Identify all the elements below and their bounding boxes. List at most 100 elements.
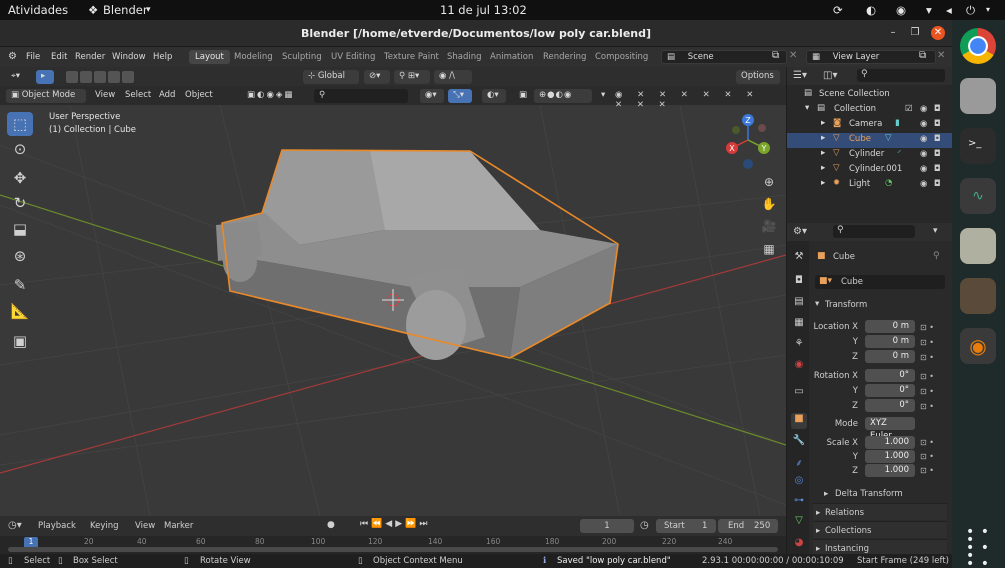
clock[interactable]: 11 de jul 13:02	[440, 3, 527, 17]
menu-view[interactable]: View	[135, 521, 155, 531]
software-updater-icon[interactable]	[960, 228, 996, 264]
location-y-field[interactable]: 0 m	[865, 335, 915, 348]
object-datablock-field[interactable]: ■▾ Cube	[815, 275, 945, 289]
system-monitor-icon[interactable]: ∿	[960, 178, 996, 214]
select-subtract-icon[interactable]	[94, 71, 106, 83]
camera-icon[interactable]: ◘	[934, 164, 941, 174]
chevron-down-icon[interactable]: ▾	[596, 89, 606, 103]
outliner-item-light[interactable]: ▸ ✹ Light ◔ ◉ ◘	[787, 178, 952, 193]
outliner-editor-icon[interactable]: ☰▾	[793, 70, 807, 81]
annotate-tool-icon[interactable]: ✎	[7, 273, 33, 297]
outliner-scene-collection[interactable]: ▤ Scene Collection	[787, 88, 952, 103]
tab-rendering[interactable]: Rendering	[537, 50, 592, 64]
output-tab-icon[interactable]: ▤	[791, 296, 807, 312]
timeline-scrollbar[interactable]	[8, 547, 778, 552]
select-new-icon[interactable]	[66, 71, 78, 83]
menu-view[interactable]: View	[90, 89, 120, 103]
stopwatch-icon[interactable]: ◷	[640, 520, 649, 531]
rotation-y-field[interactable]: 0°	[865, 384, 915, 397]
menu-select[interactable]: Select	[120, 89, 156, 103]
snap-icon[interactable]: ⚲ ⊞▾	[394, 70, 430, 84]
eye-icon[interactable]: ◉	[920, 119, 927, 129]
end-frame-field[interactable]: End 250	[718, 519, 778, 533]
delta-transform-section[interactable]: Delta Transform	[835, 489, 903, 499]
wifi-icon[interactable]: ▾	[926, 3, 932, 17]
visibility-filter-icon[interactable]: ▣◐◉◈▦	[242, 89, 310, 103]
close-icon[interactable]: ✕	[937, 50, 945, 61]
transform-orientation[interactable]: ⊹ Global	[303, 70, 359, 84]
camera-view-icon[interactable]: 🎥	[760, 219, 778, 237]
cursor-tool-icon[interactable]: ⊙	[7, 137, 33, 161]
menu-keying[interactable]: Keying	[90, 521, 119, 531]
power-icon[interactable]: ⏻	[966, 3, 975, 18]
menu-file[interactable]: File	[26, 52, 40, 62]
viewport-scene[interactable]	[0, 105, 786, 516]
instancing-section[interactable]: ▸ Instancing	[813, 539, 947, 555]
editor-type-icon[interactable]: ⌖▾	[6, 70, 25, 84]
tab-layout[interactable]: Layout	[189, 50, 230, 64]
gimp-icon[interactable]	[960, 278, 996, 314]
pan-hand-icon[interactable]: ✋	[760, 197, 778, 215]
eye-icon[interactable]: ◉	[920, 104, 927, 114]
record-icon[interactable]: ●	[327, 520, 335, 530]
camera-icon[interactable]: ◘	[934, 149, 941, 159]
eye-icon[interactable]: ◉	[920, 164, 927, 174]
location-x-field[interactable]: 0 m	[865, 320, 915, 333]
eye-icon[interactable]: ◉	[920, 134, 927, 144]
outliner-collection[interactable]: ▾ ▤ Collection ☑ ◉ ◘	[787, 103, 952, 118]
proportional-icon[interactable]: ◉ /\	[434, 70, 472, 84]
add-cube-tool-icon[interactable]: ▣	[7, 329, 33, 353]
grid-view-icon[interactable]: ▦	[760, 242, 778, 260]
shading-mode-icon[interactable]: ⊕●◐◉	[534, 89, 592, 103]
data-tab-icon[interactable]: ▽	[791, 515, 807, 531]
camera-icon[interactable]: ◘	[934, 179, 941, 189]
xray-icon[interactable]: ▣	[514, 89, 528, 103]
zoom-icon[interactable]: ⊕	[760, 175, 778, 193]
tab-texture-paint[interactable]: Texture Paint	[378, 50, 445, 64]
chevron-down-icon[interactable]: ▾	[815, 299, 819, 309]
show-gizmo-icon[interactable]: ◉▾	[420, 89, 444, 103]
transform-section[interactable]: Transform	[825, 300, 867, 310]
eye-icon[interactable]: ◉	[920, 179, 927, 189]
properties-editor-icon[interactable]: ⚙▾	[793, 226, 807, 237]
blender-logo-icon[interactable]: ⚙	[8, 51, 17, 62]
navigation-gizmo[interactable]: Z Y X	[722, 112, 774, 170]
menu-window[interactable]: Window	[112, 52, 146, 62]
display-mode-icon[interactable]: ◫▾	[823, 70, 837, 81]
gizmo-toggle-icon[interactable]: ⤡▾	[448, 89, 472, 103]
render-tab-icon[interactable]: ◘	[791, 275, 807, 291]
rotation-mode-dropdown[interactable]: XYZ Euler	[865, 417, 915, 441]
privacy-icon[interactable]: ◐	[866, 3, 876, 17]
rotate-tool-icon[interactable]: ↻	[7, 191, 33, 215]
3d-viewport[interactable]: ⌖▾ ▸ ⊹ Global ⊘▾ ⚲ ⊞▾ ◉ /\ Options ▣ Obj…	[0, 67, 786, 516]
close-icon[interactable]: ✕	[931, 26, 945, 40]
physics-tab-icon[interactable]: ◎	[791, 475, 807, 491]
pin-icon[interactable]: ⚲	[933, 251, 940, 261]
checkbox-icon[interactable]: ☑	[905, 104, 913, 114]
tab-compositing[interactable]: Compositing	[589, 50, 654, 64]
scale-y-field[interactable]: 1.000	[865, 450, 915, 463]
transform-tool-icon[interactable]: ⊛	[7, 244, 33, 268]
menu-render[interactable]: Render	[75, 52, 105, 62]
select-box-tool-icon[interactable]: ⬚	[7, 112, 33, 136]
tab-sculpting[interactable]: Sculpting	[276, 50, 328, 64]
outliner-search-icon[interactable]: ⚲	[857, 69, 945, 82]
location-z-field[interactable]: 0 m	[865, 350, 915, 363]
rotation-z-field[interactable]: 0°	[865, 399, 915, 412]
chevron-down-icon[interactable]: ▾	[933, 226, 938, 236]
tab-shading[interactable]: Shading	[441, 50, 488, 64]
terminal-icon[interactable]: >_	[960, 128, 996, 164]
camera-icon[interactable]: ◘	[934, 104, 941, 114]
tool-tab-icon[interactable]: ⚒	[791, 251, 807, 267]
viewport-search-icon[interactable]: ⚲	[314, 89, 408, 103]
minimize-icon[interactable]: –	[886, 26, 900, 40]
visibility-toggles-icon[interactable]: ◉ ✕ ✕ ✕ ✕ ✕ ✕ ✕ ✕ ✕	[610, 89, 780, 110]
maximize-icon[interactable]: ❐	[908, 26, 922, 40]
select-intersect-icon[interactable]	[122, 71, 134, 83]
blender-dock-icon[interactable]: ◉	[960, 328, 996, 364]
keyframe-lock-icons[interactable]: ⊡ • ⊡ • ⊡ •	[920, 320, 946, 365]
outliner-item-cube[interactable]: ▸ ▽ Cube ▽ ◉ ◘	[787, 133, 952, 148]
pivot-icon[interactable]: ⊘▾	[364, 70, 390, 84]
menu-help[interactable]: Help	[153, 52, 172, 62]
playback-controls-icon[interactable]: ⏮⏪◀▶⏩⏭	[360, 519, 430, 529]
